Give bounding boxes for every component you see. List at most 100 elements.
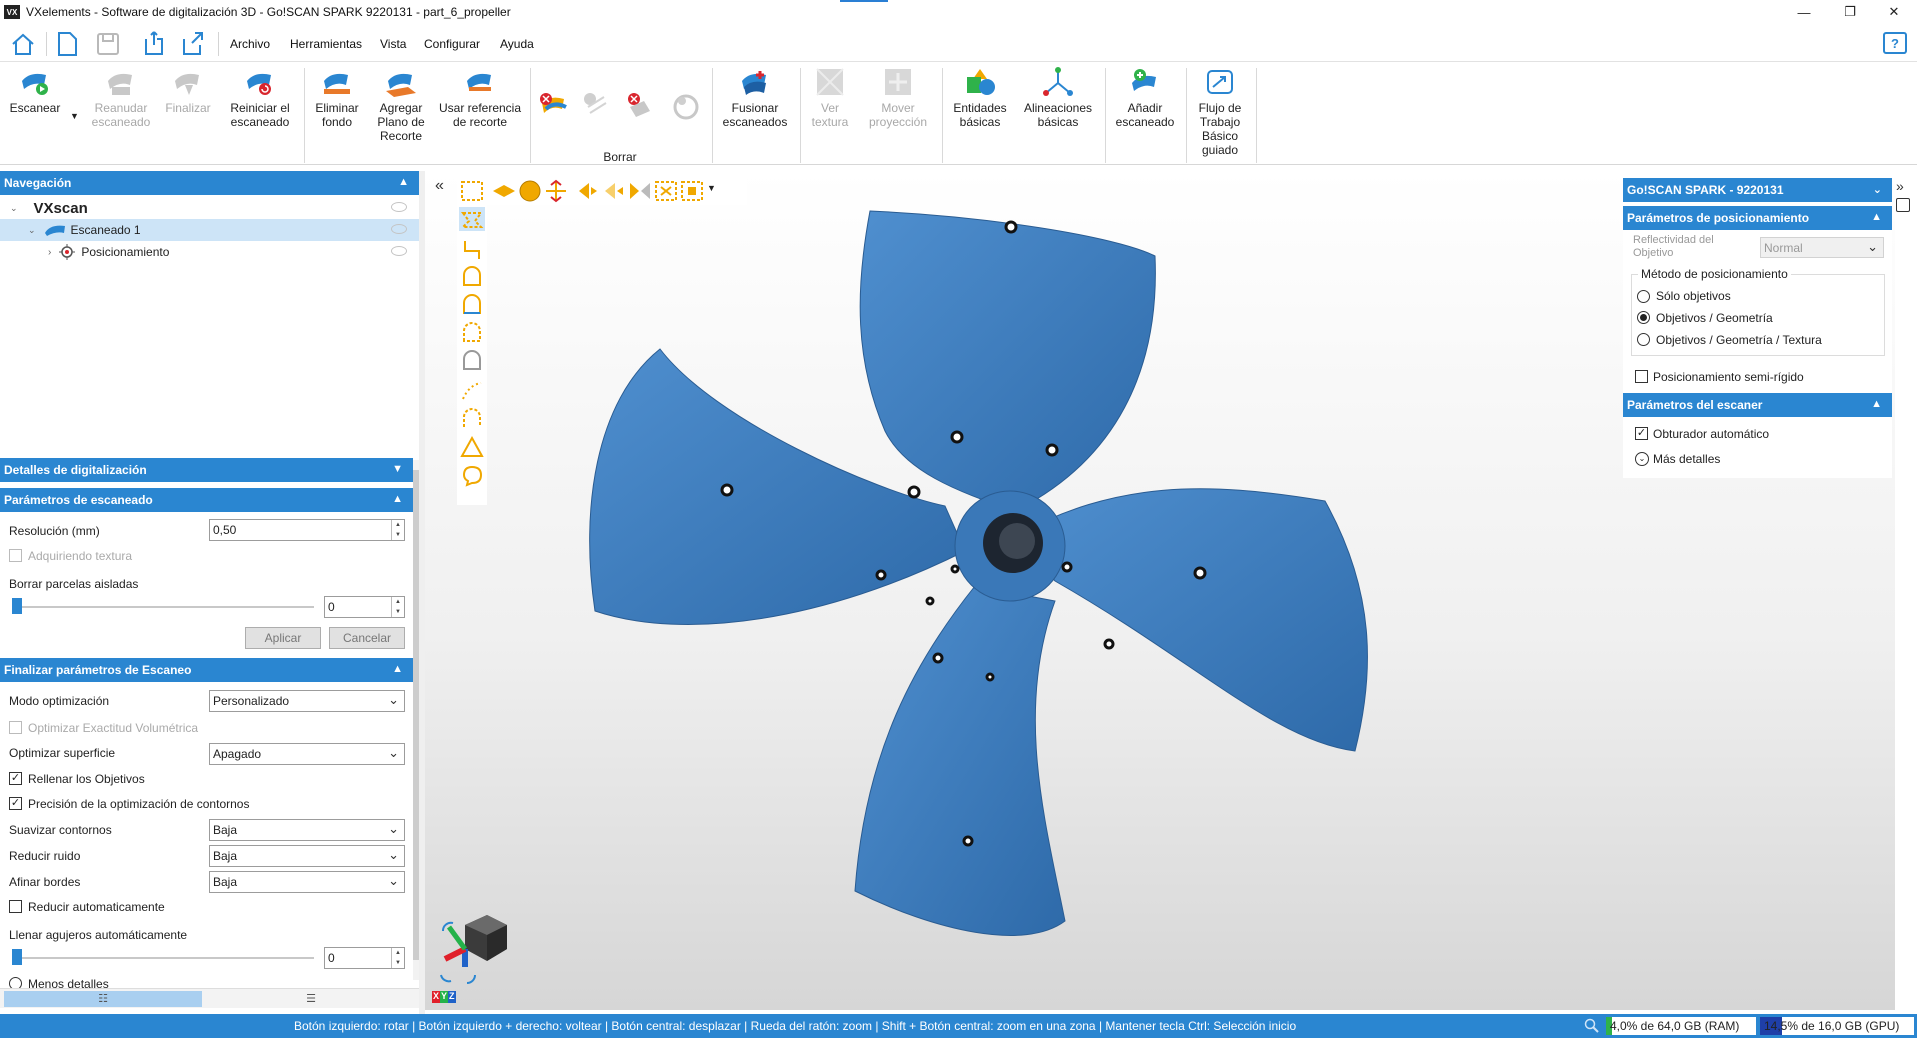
collapse-icon[interactable]: ▲ [392,663,403,675]
more-details-icon[interactable]: ⌄ [1635,452,1649,466]
list-view-tab-icon[interactable]: ☰ [210,991,412,1007]
semi-rigid-checkbox[interactable] [1635,370,1648,383]
visibility-eye-icon[interactable] [391,246,407,256]
scan-button[interactable]: Escanear [4,67,66,115]
navigation-header[interactable]: Navegación ▲ [0,171,419,195]
scan-params-header[interactable]: Parámetros de escaneado ▲ [0,488,413,512]
surface-select-icon[interactable] [459,207,485,231]
propeller-3d-model[interactable] [555,191,1555,951]
menu-vista[interactable]: Vista [380,37,406,51]
freeform-select-icon[interactable] [459,237,485,261]
menu-archivo[interactable]: Archivo [230,37,270,51]
basic-alignments-button[interactable]: Alineaciones básicas [1018,67,1098,129]
optimization-select[interactable]: Personalizado [209,690,405,712]
reflectivity-select[interactable]: Normal [1760,237,1884,258]
params-scrollbar[interactable] [413,460,419,980]
shape-select-5-icon[interactable] [459,407,485,431]
more-details-label[interactable]: Más detalles [1653,452,1720,466]
use-clip-reference-button[interactable]: Usar referencia de recorte [438,67,522,129]
zoom-fit-icon[interactable] [1584,1018,1600,1034]
scanner-params-header[interactable]: Parámetros del escaner ▲ [1623,393,1892,417]
volumetric-checkbox[interactable] [9,721,22,734]
fill-holes-field[interactable]: 0 ▲ ▼ [324,947,405,969]
tree-positioning[interactable]: › Posicionamiento [0,241,419,263]
smooth-select[interactable]: Baja [209,819,405,841]
scan-details-header[interactable]: Detalles de digitalización ▼ [0,458,413,482]
new-file-icon[interactable] [56,31,78,57]
restart-scan-button[interactable]: Reiniciar el escaneado [222,67,298,129]
surface-select[interactable]: Apagado [209,743,405,765]
move-projection-button[interactable]: Mover proyección [860,67,936,129]
help-icon[interactable]: ? [1883,32,1907,54]
delete-selection-icon[interactable] [538,91,570,121]
resolution-field[interactable]: 0,50 ▲ ▼ [209,519,405,541]
texture-checkbox[interactable] [9,549,22,562]
export-icon[interactable] [180,31,206,57]
isolated-slider-thumb[interactable] [12,598,22,614]
collapse-icon[interactable]: ▲ [1871,211,1882,223]
auto-shutter-checkbox[interactable]: ✓ [1635,427,1648,440]
home-icon[interactable] [10,32,36,56]
scanner-panel-header[interactable]: Go!SCAN SPARK - 9220131 ⌄ [1623,178,1892,202]
delete-model-icon[interactable] [622,91,654,121]
layer-select-icon[interactable] [491,179,517,203]
scan-dropdown-arrow[interactable]: ▼ [70,111,79,121]
shape-select-2-icon[interactable] [459,293,485,317]
collapse-icon[interactable]: ▲ [398,176,409,188]
remove-background-button[interactable]: Eliminar fondo [310,67,364,129]
radio-targets-geometry[interactable] [1637,311,1650,324]
rect-select-icon[interactable] [459,179,485,203]
add-scan-button[interactable]: Añadir escaneado [1111,67,1179,129]
menu-herramientas[interactable]: Herramientas [290,37,362,51]
sharpen-select[interactable]: Baja [209,871,405,893]
tree-view-tab-icon[interactable]: ☷ [4,991,202,1007]
basic-entities-button[interactable]: Entidades básicas [948,67,1012,129]
positioning-params-header[interactable]: Parámetros de posicionamiento ▲ [1623,206,1892,230]
save-icon[interactable] [96,31,120,57]
isolated-field[interactable]: 0 ▲ ▼ [324,596,405,618]
import-icon[interactable] [140,31,166,57]
visibility-eye-icon[interactable] [391,202,407,212]
cancel-button[interactable]: Cancelar [329,627,405,649]
dropdown-chevron-icon[interactable]: ⌄ [1873,183,1882,196]
visibility-eye-icon[interactable] [391,224,407,234]
reset-view-icon[interactable] [670,91,702,121]
close-button[interactable]: ✕ [1871,0,1917,24]
resume-scan-button[interactable]: Reanudar escaneado [88,67,154,129]
isolated-slider-track[interactable] [12,606,314,608]
guided-workflow-button[interactable]: Flujo de Trabajo Básico guiado [1192,67,1248,157]
finalize-button[interactable]: Finalizar [160,67,216,115]
fill-holes-slider-thumb[interactable] [12,949,22,965]
maximize-button[interactable]: ❐ [1827,0,1873,24]
menu-ayuda[interactable]: Ayuda [500,37,534,51]
isolated-spinner[interactable]: ▲ ▼ [391,597,404,617]
sphere-select-icon[interactable] [517,179,543,203]
radio-targets-only[interactable] [1637,290,1650,303]
panel-window-icon[interactable] [1896,198,1910,212]
tree-scan-1[interactable]: ⌄ Escaneado 1 [0,219,419,241]
resolution-spinner[interactable]: ▲ ▼ [391,520,404,540]
fill-holes-spinner[interactable]: ▲ ▼ [391,948,404,968]
collapse-icon[interactable]: ▲ [392,493,403,505]
auto-reduce-checkbox[interactable] [9,900,22,913]
minimize-button[interactable]: — [1781,0,1827,24]
merge-scans-button[interactable]: Fusionar escaneados [718,67,792,129]
collapse-arrow-icon[interactable]: ⌄ [10,203,18,214]
collapse-right-panel-icon[interactable]: » [1896,178,1904,194]
delete-isolated-icon[interactable] [580,91,612,121]
radio-targets-geometry-texture[interactable] [1637,333,1650,346]
shape-select-3-icon[interactable] [459,321,485,345]
brush-select-icon[interactable] [459,379,485,403]
finalize-params-header[interactable]: Finalizar parámetros de Escaneo ▲ [0,658,413,682]
orientation-cube[interactable] [435,891,525,1001]
triangle-select-icon[interactable] [459,435,485,459]
shape-select-4-icon[interactable] [459,349,485,373]
expand-arrow-icon[interactable]: › [48,247,51,258]
less-details-row[interactable]: Menos detalles [0,976,413,988]
shape-select-1-icon[interactable] [459,265,485,289]
lasso-select-icon[interactable] [459,463,485,487]
collapse-left-panel-icon[interactable]: « [435,177,444,195]
menu-configurar[interactable]: Configurar [424,37,480,51]
noise-select[interactable]: Baja [209,845,405,867]
apply-button[interactable]: Aplicar [245,627,321,649]
